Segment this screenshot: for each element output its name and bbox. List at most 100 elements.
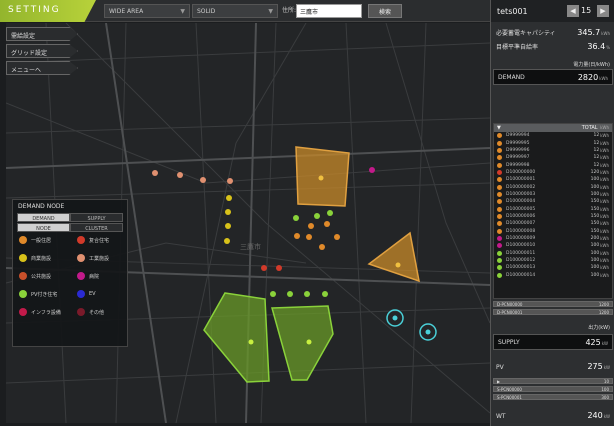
node-commercial[interactable]	[226, 195, 232, 201]
chevron-down-icon: ▼	[180, 7, 185, 15]
list-item-unit: kWh	[600, 169, 609, 175]
wt-unit: kW	[603, 414, 610, 419]
node-pv-house[interactable]	[293, 215, 299, 221]
tab-cluster[interactable]: CLUSTER	[70, 223, 123, 232]
node-house[interactable]	[319, 244, 325, 250]
display-select[interactable]: SOLID ▼	[192, 4, 278, 18]
legend-item[interactable]: 工業施設	[77, 254, 109, 262]
node-pv-house[interactable]	[287, 291, 293, 297]
node-industrial[interactable]	[200, 177, 206, 183]
demand-list[interactable]: ▼ TOTAL kWh D9999994 12 kWh D9999995 12 kWh D9…	[493, 123, 613, 299]
node-type-dot	[497, 228, 502, 234]
pcn-row[interactable]: D-PCN00000 1200	[493, 301, 613, 307]
legend-item[interactable]: PV付き住宅	[19, 290, 57, 298]
menu-demand-supply-settings[interactable]: 需給設定	[6, 27, 78, 41]
list-item[interactable]: D100000011 100 kWh	[494, 250, 612, 257]
node-house[interactable]	[324, 221, 330, 227]
list-item[interactable]: D9999994 12 kWh	[494, 132, 612, 139]
prev-page-button[interactable]: ◀	[567, 5, 579, 17]
legend-tabs-mode: DEMAND SUPPLY	[17, 213, 123, 222]
tab-node[interactable]: NODE	[17, 223, 70, 232]
list-item-id: D100000002	[506, 184, 536, 190]
list-item-value: 100	[590, 184, 600, 190]
list-item[interactable]: D9999998 12 kWh	[494, 161, 612, 168]
pv-row: PV 275kW	[493, 362, 613, 371]
node-hospital[interactable]	[369, 167, 375, 173]
list-item[interactable]: D100000014 100 kWh	[494, 272, 612, 279]
list-item[interactable]: D100000004 150 kWh	[494, 198, 612, 205]
legend-item[interactable]: 一般住居	[19, 236, 51, 244]
app-root: SETTING WIDE AREA ▼ SOLID ▼ 住所: 検索	[0, 0, 614, 426]
list-item[interactable]: D100000013 100 kWh	[494, 264, 612, 271]
legend-item[interactable]: インフラ設備	[19, 308, 61, 316]
list-item-id: D100000004	[506, 199, 536, 205]
tab-demand[interactable]: DEMAND	[17, 213, 70, 222]
pv-sub-row[interactable]: ▶ 10	[493, 378, 613, 384]
list-item[interactable]: D100000010 100 kWh	[494, 242, 612, 249]
node-house[interactable]	[306, 234, 312, 240]
node-pv-house[interactable]	[322, 291, 328, 297]
search-button[interactable]: 検索	[368, 4, 402, 18]
pcn-row[interactable]: D-PCN00001 1200	[493, 309, 613, 315]
pcn-id: D-PCN00001	[497, 309, 523, 315]
supply-cluster-east[interactable]	[271, 305, 334, 381]
node-commercial[interactable]	[225, 209, 231, 215]
pv-sub-row[interactable]: S-PCN00000 100	[493, 386, 613, 392]
legend-item[interactable]: その他	[77, 308, 104, 316]
node-house[interactable]	[308, 223, 314, 229]
area-select[interactable]: WIDE AREA ▼	[104, 4, 190, 18]
legend-item[interactable]: 商業施設	[19, 254, 51, 262]
supply-nodes	[386, 309, 437, 341]
node-pv-house[interactable]	[327, 210, 333, 216]
node-type-dot	[497, 265, 502, 271]
node-pv-house[interactable]	[304, 291, 310, 297]
list-item[interactable]: D100000003 100 kWh	[494, 191, 612, 198]
legend-item[interactable]: 公共施設	[19, 272, 51, 280]
node-industrial[interactable]	[152, 170, 158, 176]
list-item[interactable]: D100000006 150 kWh	[494, 213, 612, 220]
next-page-button[interactable]: ▶	[597, 5, 609, 17]
list-item[interactable]: D100000000 120 kWh	[494, 169, 612, 176]
pv-label: PV	[496, 364, 504, 371]
list-item[interactable]: D9999995 12 kWh	[494, 139, 612, 146]
node-complex[interactable]	[276, 265, 282, 271]
list-item-id: D100000000	[506, 169, 536, 175]
list-item[interactable]: D100000009 200 kWh	[494, 235, 612, 242]
list-item[interactable]: D100000007 150 kWh	[494, 220, 612, 227]
list-item-unit: kWh	[600, 221, 609, 227]
node-pv-house[interactable]	[314, 213, 320, 219]
legend-item[interactable]: 复合住宅	[77, 236, 109, 244]
demand-cluster-east[interactable]	[367, 231, 420, 283]
list-item-id: D100000006	[506, 213, 536, 219]
pv-sub-row[interactable]: S-PCN00001 300	[493, 394, 613, 400]
list-item-unit: kWh	[600, 206, 609, 212]
list-item[interactable]: D100000005 150 kWh	[494, 205, 612, 212]
list-item-value: 200	[590, 235, 600, 241]
list-item[interactable]: D100000001 100 kWh	[494, 176, 612, 183]
menu-back[interactable]: メニューへ	[6, 61, 78, 75]
node-pv-house[interactable]	[270, 291, 276, 297]
list-toggle[interactable]: ▼	[497, 125, 501, 131]
node-industrial[interactable]	[177, 172, 183, 178]
setting-tab[interactable]: SETTING	[0, 0, 96, 22]
node-house[interactable]	[334, 234, 340, 240]
list-item[interactable]: D100000002 100 kWh	[494, 183, 612, 190]
list-item[interactable]: D9999997 12 kWh	[494, 154, 612, 161]
tab-supply[interactable]: SUPPLY	[70, 213, 123, 222]
list-item[interactable]: D100000008 150 kWh	[494, 227, 612, 234]
list-item-id: D100000003	[506, 191, 536, 197]
list-item[interactable]: D9999996 12 kWh	[494, 147, 612, 154]
menu-grid-settings[interactable]: グリッド設定	[6, 44, 78, 58]
node-industrial[interactable]	[227, 178, 233, 184]
location-input[interactable]	[296, 4, 362, 18]
legend-item[interactable]: 病院	[77, 272, 99, 280]
node-commercial[interactable]	[225, 223, 231, 229]
node-commercial[interactable]	[224, 238, 230, 244]
node-house[interactable]	[294, 233, 300, 239]
list-item-value: 150	[590, 228, 600, 234]
list-item[interactable]: D100000012 100 kWh	[494, 257, 612, 264]
node-complex[interactable]	[261, 265, 267, 271]
right-panel: tets001 ◀ 15 ▶ 必要蓄電キャパシティ 345.7kWh 目標平準自…	[490, 0, 614, 426]
legend-item[interactable]: EV	[77, 290, 96, 298]
node-type-dot	[497, 191, 502, 197]
